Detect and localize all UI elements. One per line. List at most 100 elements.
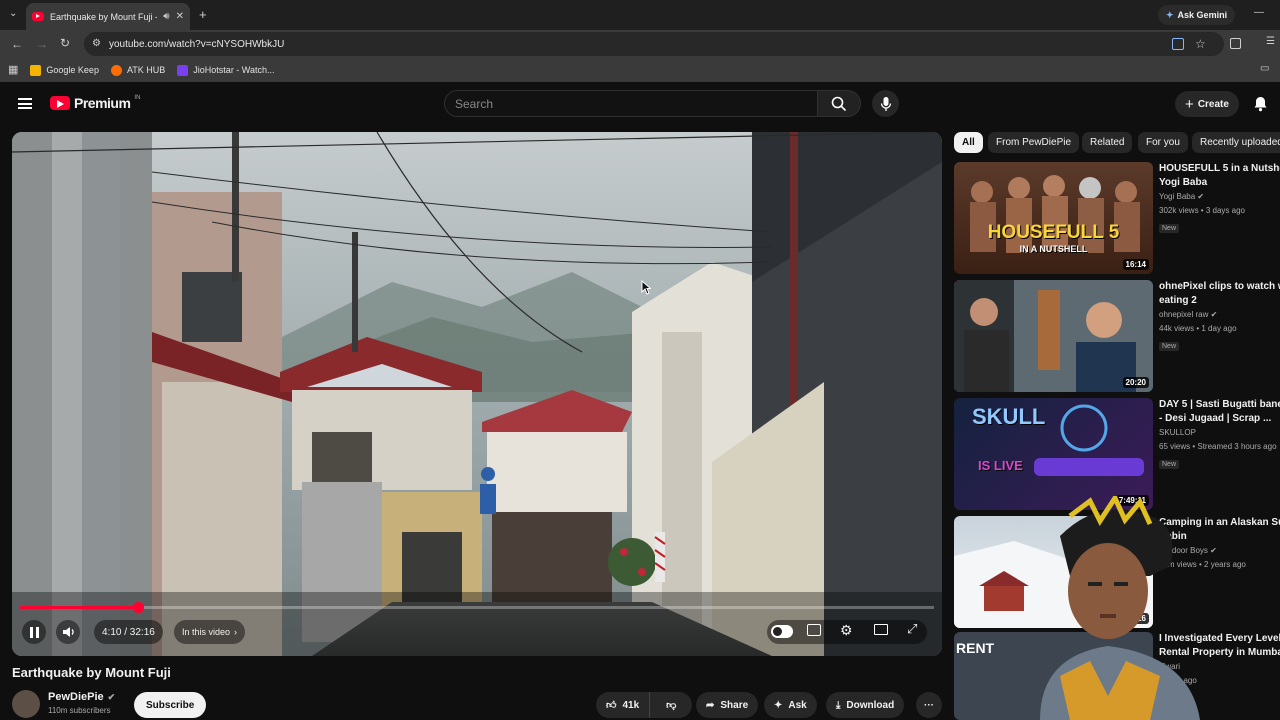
bookmark-jiohotstar[interactable]: JioHotstar - Watch... <box>177 64 274 76</box>
microphone-icon <box>880 96 891 111</box>
back-arrow-icon[interactable]: ← <box>11 38 23 50</box>
tab-close-icon[interactable]: ✕ <box>176 11 184 22</box>
related-title-line2[interactable]: eating 2 <box>1159 294 1280 308</box>
menu-hamburger-icon[interactable] <box>18 98 32 109</box>
new-badge: New <box>1159 342 1180 351</box>
like-dislike-group: 👍︎ 41k 👎︎ <box>596 692 692 718</box>
youtube-masthead: Premium IN Search + Create <box>0 82 1280 128</box>
subscriber-count: 110m subscribers <box>48 706 111 715</box>
like-button[interactable]: 👍︎ 41k <box>596 692 651 718</box>
notifications-bell-icon[interactable] <box>1253 96 1268 115</box>
chip-recently-uploaded[interactable]: Recently uploaded <box>1192 132 1280 153</box>
forward-arrow-icon[interactable]: → <box>36 38 48 50</box>
progress-scrubber[interactable] <box>132 602 144 613</box>
share-button[interactable]: ➦ Share <box>696 692 759 718</box>
search-input[interactable]: Search <box>444 90 818 117</box>
all-bookmarks-folder-icon[interactable]: ▭ <box>1260 64 1269 74</box>
install-app-icon[interactable] <box>1172 38 1184 50</box>
tab-search-icon[interactable]: ⌄ <box>9 9 17 19</box>
bookmark-star-icon[interactable]: ☆ <box>1195 38 1206 50</box>
chevron-right-icon: › <box>234 627 238 637</box>
bookmarks-bar: ▦ Google Keep ATK HUB JioHotstar - Watch… <box>0 58 1280 82</box>
verified-icon: ✔ <box>107 691 116 702</box>
channel-name[interactable]: ohnepixel raw ✔ <box>1159 308 1280 322</box>
related-title[interactable]: DAY 5 | Sasti Bugatti banegi <box>1159 398 1280 412</box>
related-thumbnail[interactable]: 20:20 <box>954 280 1153 392</box>
video-title: Earthquake by Mount Fuji <box>12 665 171 680</box>
chip-from-pewdiepie[interactable]: From PewDiePie <box>988 132 1080 153</box>
pause-button[interactable] <box>22 620 46 644</box>
search-button[interactable] <box>817 90 861 117</box>
more-actions-button[interactable]: ··· <box>916 692 942 718</box>
related-video[interactable]: SKULL IS LIVE 7:49:11 DAY 5 | Sasti Buga… <box>954 398 1280 510</box>
related-title[interactable]: ohnePixel clips to watch while <box>1159 280 1280 294</box>
subtitles-icon[interactable] <box>807 624 821 636</box>
mute-button[interactable] <box>56 620 80 644</box>
search-icon <box>831 96 847 111</box>
thumbnail-caption: RENT <box>956 640 995 656</box>
minimize-window-icon[interactable]: — <box>1254 8 1264 18</box>
youtube-premium-logo[interactable]: Premium IN <box>50 95 140 111</box>
verified-icon: ✔ <box>1197 192 1205 201</box>
ask-button[interactable]: ✦ Ask <box>764 692 817 718</box>
thumbnail-subcaption: IS LIVE <box>978 458 1023 473</box>
address-bar[interactable]: ⚙ youtube.com/watch?v=cNYSOHWbkJU <box>84 32 1224 56</box>
channel-avatar[interactable] <box>12 690 40 718</box>
create-button[interactable]: + Create <box>1175 91 1239 117</box>
chip-for-you[interactable]: For you <box>1138 132 1188 153</box>
reload-icon[interactable]: ↻ <box>60 37 70 49</box>
related-title[interactable]: HOUSEFULL 5 in a Nutshell <box>1159 162 1280 176</box>
gemini-icon: ✦ <box>1166 9 1174 20</box>
atk-hub-icon <box>110 64 122 76</box>
url-text: youtube.com/watch?v=cNYSOHWbkJU <box>108 38 285 50</box>
autoplay-toggle[interactable] <box>771 625 793 638</box>
chip-all[interactable]: All <box>954 132 983 153</box>
dislike-button[interactable]: 👎︎ <box>656 699 686 711</box>
reading-list-icon[interactable]: ☰ <box>1266 37 1275 47</box>
video-player[interactable]: 4:10 / 32:16 In this video › ⚙ ⤢ <box>12 132 942 656</box>
subscribe-button[interactable]: Subscribe <box>134 692 207 718</box>
related-video[interactable]: 20:20 ohnePixel clips to watch while eat… <box>954 280 1280 392</box>
channel-name[interactable]: PewDiePie ✔ <box>48 691 115 703</box>
extensions-icon[interactable] <box>1230 38 1241 49</box>
channel-name[interactable]: SKULLOP <box>1159 426 1280 440</box>
channel-name[interactable]: Yogi Baba ✔ <box>1159 190 1280 204</box>
theater-mode-icon[interactable] <box>874 624 888 635</box>
voice-search-button[interactable] <box>872 90 899 117</box>
ask-gemini-button[interactable]: ✦ Ask Gemini <box>1158 5 1236 25</box>
browser-tab-active[interactable]: Earthquake by Mount Fuji - 🔊︎ ✕ <box>26 3 190 30</box>
browser-tab-strip: ⌄ Earthquake by Mount Fuji - 🔊︎ ✕ + ✦ As… <box>0 0 1280 30</box>
site-info-icon[interactable]: ⚙ <box>92 39 101 49</box>
player-controls: 4:10 / 32:16 In this video › ⚙ ⤢ <box>12 602 942 656</box>
bookmark-atk-hub[interactable]: ATK HUB <box>110 64 165 76</box>
pause-icon <box>29 626 33 638</box>
settings-gear-icon[interactable]: ⚙ <box>840 622 853 639</box>
thumbnail-subcaption: IN A NUTSHELL <box>1019 244 1088 254</box>
related-info: HOUSEFULL 5 in a Nutshell Yogi Baba Yogi… <box>1159 162 1280 233</box>
related-title-line2[interactable]: Yogi Baba <box>1159 176 1280 190</box>
related-info: ohnePixel clips to watch while eating 2 … <box>1159 280 1280 351</box>
view-stats: 65 views • Streamed 3 hours ago <box>1159 442 1277 451</box>
download-button[interactable]: ⤓ Download <box>826 692 905 718</box>
mouse-cursor-icon <box>641 280 651 295</box>
chip-related[interactable]: Related <box>1082 132 1133 153</box>
google-keep-icon <box>30 64 42 76</box>
in-this-video-chapters[interactable]: In this video › <box>174 620 246 644</box>
related-thumbnail[interactable]: SKULL IS LIVE 7:49:11 <box>954 398 1153 510</box>
related-video[interactable]: HOUSEFULL 5 IN A NUTSHELL 16:14 HOUSEFUL… <box>954 162 1280 274</box>
bookmark-google-keep[interactable]: Google Keep <box>30 64 99 76</box>
thumbs-up-icon: 👍︎ <box>606 700 617 711</box>
audio-playing-icon[interactable]: 🔊︎ <box>163 11 169 22</box>
new-tab-icon[interactable]: + <box>199 8 207 21</box>
browser-toolbar: ← → ↻ ⚙ youtube.com/watch?v=cNYSOHWbkJU … <box>0 30 1280 58</box>
apps-grid-icon[interactable]: ▦ <box>8 64 18 76</box>
new-badge: New <box>1159 460 1180 469</box>
video-duration: 20:20 <box>1122 377 1149 388</box>
related-thumbnail[interactable]: HOUSEFULL 5 IN A NUTSHELL 16:14 <box>954 162 1153 274</box>
progress-bar[interactable] <box>20 602 934 613</box>
view-stats: 44k views • 1 day ago <box>1159 324 1237 333</box>
thumbnail-caption: SKULL <box>972 404 1046 429</box>
fullscreen-icon[interactable]: ⤢ <box>907 621 917 637</box>
related-title-line2[interactable]: - Desi Jugaad | Scrap ... <box>1159 412 1280 426</box>
youtube-logo-icon <box>50 96 70 110</box>
